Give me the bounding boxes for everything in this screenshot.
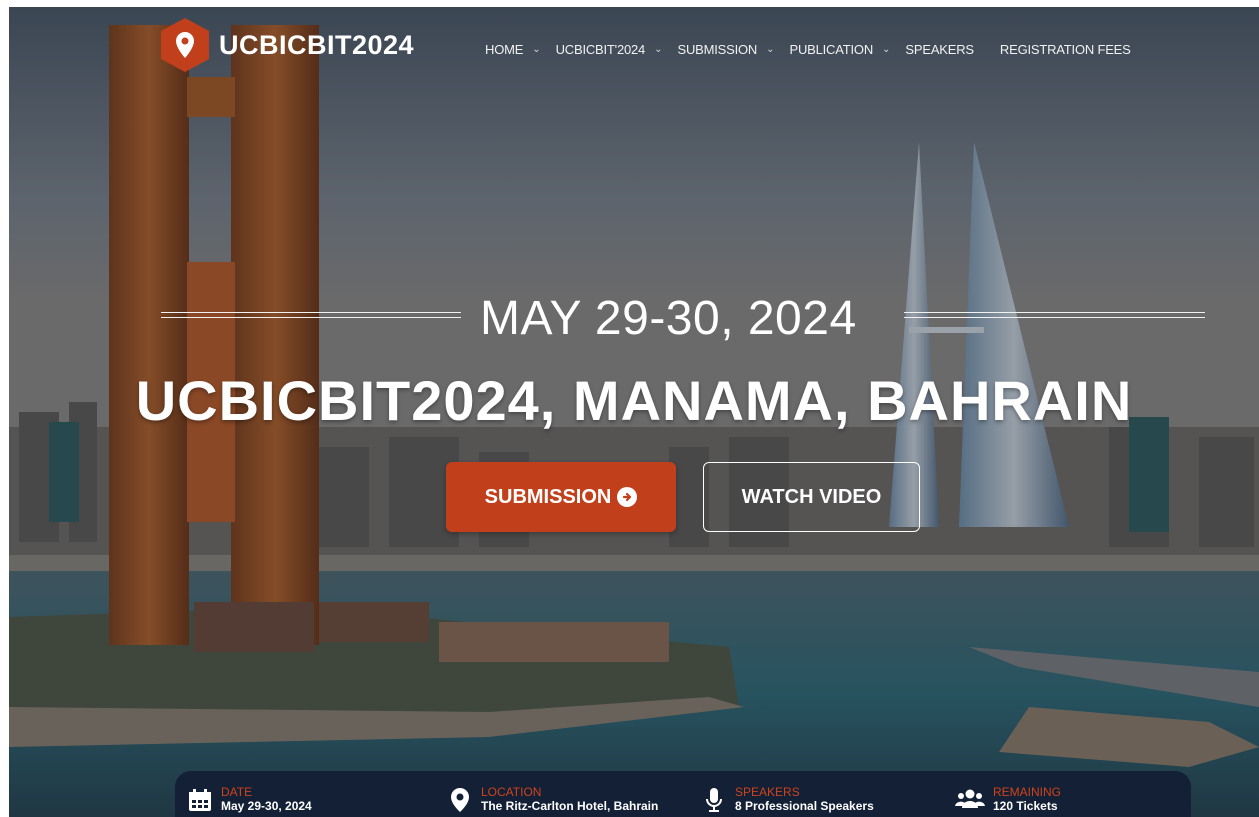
event-info-bar: DATE May 29-30, 2024 LOCATION The Ritz-C…	[175, 771, 1191, 817]
chevron-down-icon[interactable]: ⌄	[532, 44, 540, 55]
info-speakers-text: SPEAKERS 8 Professional Speakers	[735, 785, 874, 814]
watch-video-label: WATCH VIDEO	[741, 485, 882, 508]
info-speakers: SPEAKERS 8 Professional Speakers	[701, 785, 874, 814]
nav-item-submission[interactable]: SUBMISSION	[677, 42, 757, 57]
event-date-line: MAY 29-30, 2024	[9, 291, 1259, 351]
map-pin-icon	[161, 18, 209, 72]
main-nav: HOME ⌄ UCBICBIT'2024 ⌄ SUBMISSION ⌄ PUBL…	[485, 42, 1131, 57]
info-remaining-label: REMAINING	[993, 785, 1062, 799]
nav-item-publication[interactable]: PUBLICATION	[789, 42, 873, 57]
info-location-value: The Ritz-Carlton Hotel, Bahrain	[481, 799, 659, 813]
info-remaining: REMAINING 120 Tickets	[955, 785, 1061, 814]
submission-button-label: SUBMISSION	[484, 485, 612, 508]
info-remaining-text: REMAINING 120 Tickets	[993, 785, 1061, 814]
microphone-icon	[706, 788, 722, 812]
event-title: UCBICBIT2024, MANAMA, BAHRAIN	[135, 369, 1133, 432]
nav-item-ucbicbit2024[interactable]: UCBICBIT'2024	[556, 42, 646, 57]
info-speakers-label: SPEAKERS	[735, 785, 800, 799]
info-speakers-value: 8 Professional Speakers	[735, 799, 874, 813]
brand-name: UCBICBIT2024	[219, 29, 415, 60]
info-location-label: LOCATION	[481, 785, 542, 799]
info-date-value: May 29-30, 2024	[221, 799, 312, 813]
map-pin-icon	[451, 788, 469, 812]
nav-item-registration-fees[interactable]: REGISTRATION FEES	[1000, 42, 1131, 57]
info-location-text: LOCATION The Ritz-Carlton Hotel, Bahrain	[481, 785, 658, 814]
chevron-down-icon[interactable]: ⌄	[882, 44, 890, 55]
chevron-down-icon[interactable]: ⌄	[766, 44, 774, 55]
info-date-text: DATE May 29-30, 2024	[221, 785, 312, 814]
nav-item-speakers[interactable]: SPEAKERS	[905, 42, 974, 57]
divider-left	[161, 312, 461, 318]
calendar-icon	[189, 789, 211, 811]
submission-button[interactable]: SUBMISSION	[446, 462, 676, 532]
event-date: MAY 29-30, 2024	[480, 292, 857, 345]
info-location: LOCATION The Ritz-Carlton Hotel, Bahrain	[447, 785, 658, 814]
site-logo[interactable]: UCBICBIT2024	[161, 18, 414, 72]
watch-video-button[interactable]: WATCH VIDEO	[703, 462, 920, 532]
info-date: DATE May 29-30, 2024	[187, 785, 312, 814]
info-remaining-value: 120 Tickets	[993, 799, 1058, 813]
arrow-circle-right-icon	[617, 487, 638, 507]
divider-right	[904, 312, 1205, 318]
hero-banner: UCBICBIT2024 HOME ⌄ UCBICBIT'2024 ⌄ SUBM…	[9, 7, 1259, 817]
info-date-label: DATE	[221, 785, 253, 799]
users-icon	[955, 789, 985, 808]
nav-item-home[interactable]: HOME	[485, 42, 523, 57]
chevron-down-icon[interactable]: ⌄	[654, 44, 662, 55]
